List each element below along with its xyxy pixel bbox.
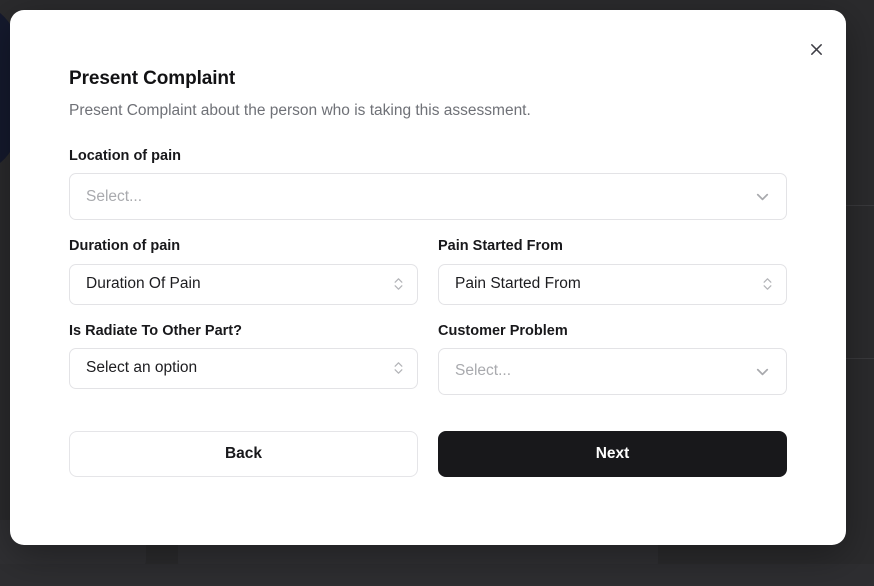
chevron-down-icon [753, 362, 772, 381]
dialog-body: Present Complaint Present Complaint abou… [10, 10, 846, 477]
location-of-pain-placeholder: Select... [86, 187, 142, 205]
field-is-radiate-to-other-part: Is Radiate To Other Part? Select an opti… [69, 323, 418, 395]
page-title: Present Complaint [69, 68, 236, 89]
field-label-location-of-pain: Location of pain [69, 147, 181, 164]
field-duration-of-pain: Duration of pain Duration Of Pain [69, 238, 418, 305]
pain-started-from-select[interactable]: Pain Started From [438, 263, 787, 305]
field-label-duration-of-pain: Duration of pain [69, 238, 181, 255]
form-row-radiate: Is Radiate To Other Part? Select an opti… [69, 323, 787, 395]
field-label-pain-started-from: Pain Started From [438, 238, 563, 255]
background-bottom-strip [0, 564, 874, 586]
next-button[interactable]: Next [438, 430, 787, 477]
field-pain-started-from: Pain Started From Pain Started From [438, 238, 787, 305]
form-row-duration: Duration of pain Duration Of Pain Pain S… [69, 238, 787, 305]
back-button[interactable]: Back [69, 430, 418, 477]
duration-of-pain-select[interactable]: Duration Of Pain [69, 263, 418, 305]
field-label-is-radiate-to-other-part: Is Radiate To Other Part? [69, 322, 242, 339]
pain-started-from-value: Pain Started From [455, 275, 581, 292]
chevron-down-icon [753, 187, 772, 206]
close-icon[interactable] [803, 36, 829, 62]
page-subtitle: Present Complaint about the person who i… [69, 101, 531, 119]
present-complaint-dialog: Present Complaint Present Complaint abou… [10, 10, 846, 545]
present-complaint-form: Location of pain Select... Duration of p… [69, 148, 787, 477]
form-row-location: Location of pain Select... [69, 147, 787, 221]
is-radiate-to-other-part-value: Select an option [86, 359, 198, 377]
field-label-customer-problem: Customer Problem [438, 322, 568, 339]
dialog-actions: Back Next [69, 430, 787, 477]
background-divider [846, 205, 874, 206]
location-of-pain-select[interactable]: Select... [69, 173, 787, 221]
is-radiate-to-other-part-select[interactable]: Select an option [69, 347, 418, 389]
stepper-icon [394, 362, 403, 375]
duration-of-pain-value: Duration Of Pain [86, 275, 201, 292]
close-icon-glyph [810, 43, 822, 55]
stepper-icon [763, 278, 772, 290]
background-divider [846, 358, 874, 359]
field-customer-problem: Customer Problem Select... [438, 323, 787, 395]
customer-problem-select[interactable]: Select... [438, 347, 787, 395]
stepper-icon [394, 278, 403, 290]
customer-problem-placeholder: Select... [455, 362, 511, 380]
field-location-of-pain: Location of pain Select... [69, 147, 787, 221]
